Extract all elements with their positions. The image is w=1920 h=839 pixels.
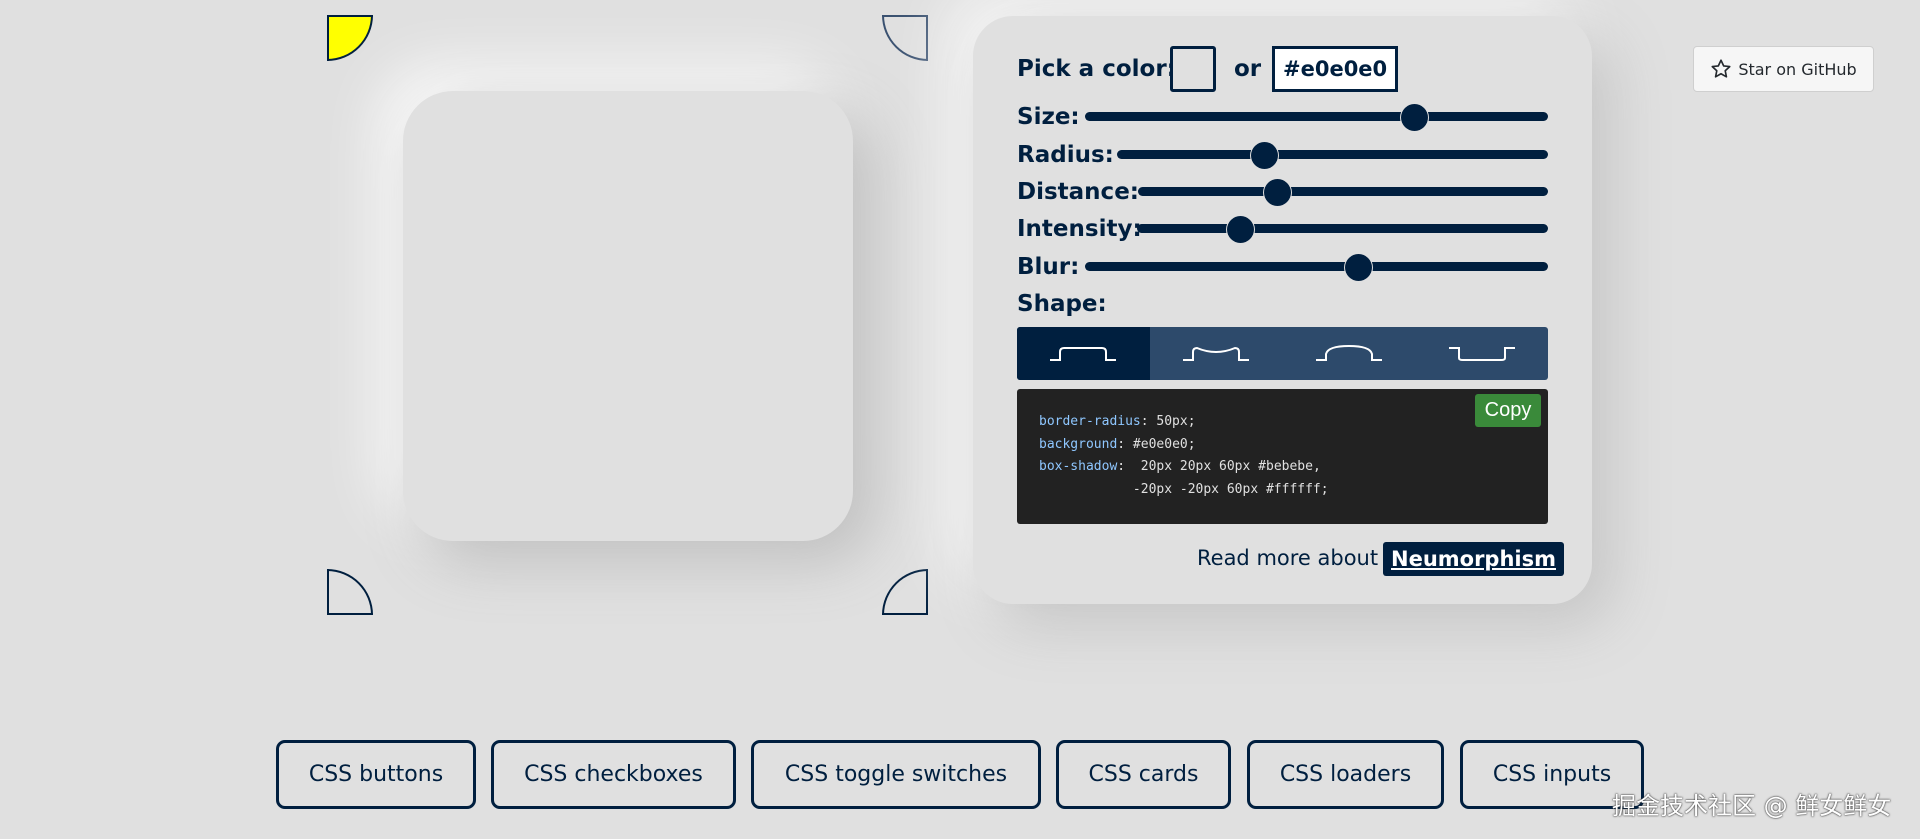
shape-convex-button[interactable]	[1283, 327, 1416, 380]
blur-slider-thumb[interactable]	[1345, 253, 1373, 281]
distance-label: Distance:	[1017, 179, 1139, 205]
nav-css-buttons[interactable]: CSS buttons	[276, 740, 476, 809]
shape-convex-icon	[1315, 344, 1382, 361]
neumorphism-link[interactable]: Neumorphism	[1383, 542, 1564, 576]
radius-slider-thumb[interactable]	[1250, 141, 1278, 169]
shape-label: Shape:	[1017, 291, 1107, 317]
watermark: 掘金技术社区 @ 鲜女鲜女	[1612, 792, 1892, 820]
nav-css-toggle-switches[interactable]: CSS toggle switches	[751, 740, 1041, 809]
size-label: Size:	[1017, 104, 1080, 130]
nav-css-checkboxes[interactable]: CSS checkboxes	[491, 740, 736, 809]
radius-slider[interactable]	[1117, 141, 1548, 169]
shape-pressed-button[interactable]	[1415, 327, 1548, 380]
size-slider[interactable]	[1085, 103, 1548, 131]
pick-color-label: Pick a color:	[1017, 56, 1176, 82]
shape-concave-icon	[1183, 346, 1250, 361]
radius-label: Radius:	[1017, 142, 1114, 168]
code-line: background: #e0e0e0;	[1039, 436, 1196, 452]
read-more-text: Read more about	[1197, 546, 1379, 570]
light-source-top-left[interactable]	[327, 15, 373, 61]
nav-css-cards[interactable]: CSS cards	[1056, 740, 1231, 809]
css-code-output: border-radius: 50px; background: #e0e0e0;…	[1017, 389, 1548, 524]
distance-slider-thumb[interactable]	[1264, 178, 1292, 206]
hex-color-input[interactable]	[1272, 46, 1398, 92]
shape-switcher	[1017, 327, 1548, 380]
page: Pick a color: or Size: Radius: Distance:…	[0, 0, 1920, 839]
nav-css-loaders[interactable]: CSS loaders	[1247, 740, 1444, 809]
intensity-slider[interactable]	[1137, 215, 1548, 243]
or-label: or	[1234, 56, 1262, 82]
intensity-label: Intensity:	[1017, 216, 1142, 242]
intensity-slider-thumb[interactable]	[1226, 215, 1254, 243]
code-line: -20px -20px 60px #ffffff;	[1039, 481, 1329, 497]
code-line: border-radius: 50px;	[1039, 414, 1196, 429]
distance-slider[interactable]	[1138, 178, 1548, 206]
light-source-bottom-left[interactable]	[327, 569, 373, 615]
github-label: Star on GitHub	[1738, 59, 1857, 79]
code-line: box-shadow: 20px 20px 60px #bebebe,	[1039, 459, 1321, 474]
star-on-github-button[interactable]: Star on GitHub	[1693, 46, 1874, 92]
blur-slider[interactable]	[1085, 253, 1548, 281]
copy-button[interactable]: Copy	[1475, 394, 1541, 427]
light-source-top-right[interactable]	[882, 15, 928, 61]
shape-flat-icon	[1050, 346, 1117, 361]
shape-flat-button[interactable]	[1017, 327, 1150, 380]
shape-pressed-icon	[1448, 346, 1515, 361]
neumorphism-preview	[403, 91, 853, 541]
blur-label: Blur:	[1017, 254, 1080, 280]
star-icon	[1711, 59, 1731, 78]
shape-concave-button[interactable]	[1150, 327, 1283, 380]
size-slider-thumb[interactable]	[1400, 103, 1428, 131]
color-picker[interactable]	[1170, 46, 1216, 92]
light-source-bottom-right[interactable]	[882, 569, 928, 615]
